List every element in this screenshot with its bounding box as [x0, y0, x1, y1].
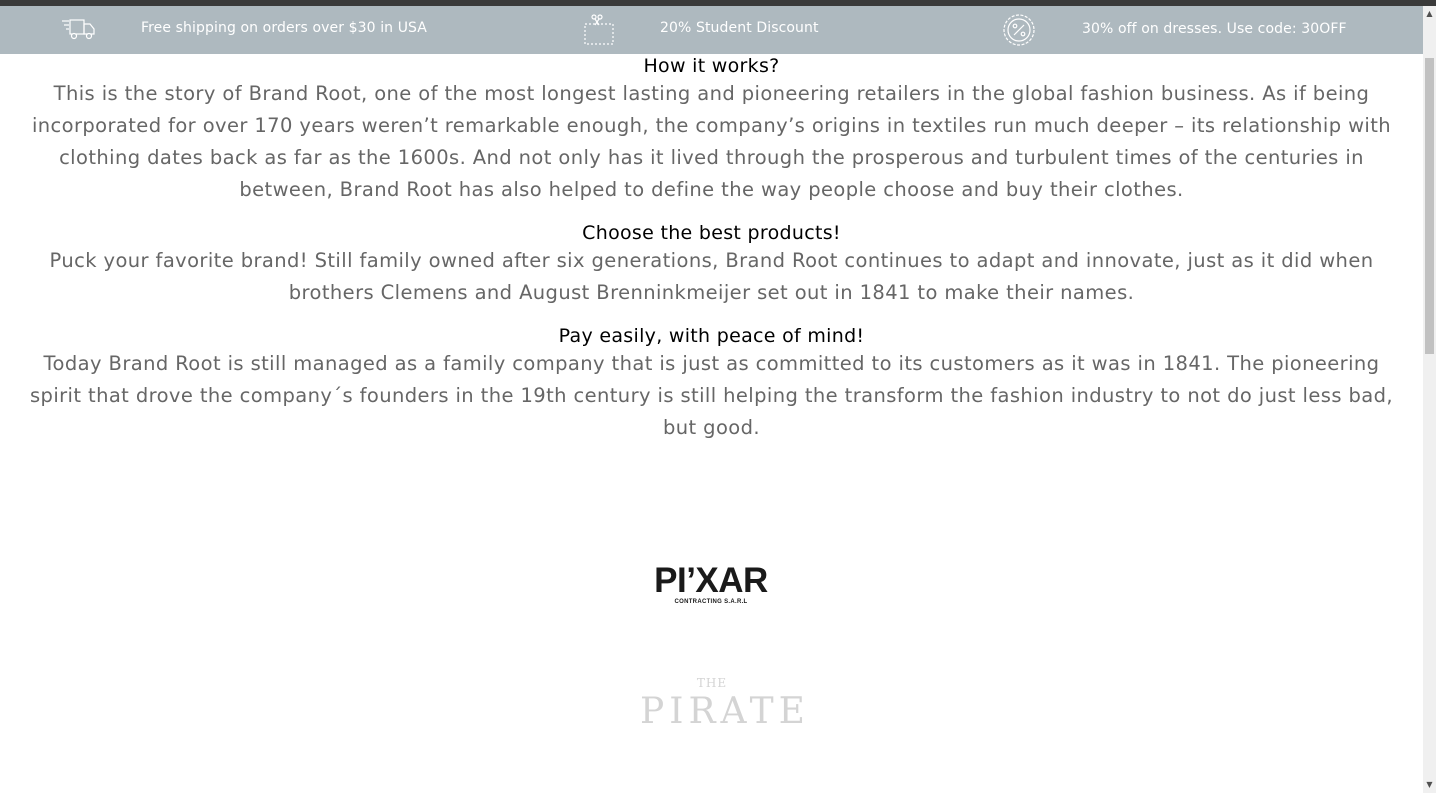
the-pirate-brand-logo[interactable]: THE PIRATE — [640, 676, 810, 746]
section-title: Choose the best products! — [582, 222, 841, 244]
pixar-logo-mark: PI’XAR — [654, 561, 768, 600]
promo-text-student-discount: 20% Student Discount — [660, 20, 819, 36]
section-choose-products: Choose the best products! Puck your favo… — [0, 221, 1423, 309]
coupon-scissors-icon — [581, 12, 617, 48]
section-body: Today Brand Root is still managed as a f… — [29, 352, 1393, 439]
promo-bar: Free shipping on orders over $30 in USA … — [0, 6, 1423, 54]
scrollbar-thumb[interactable] — [1425, 58, 1434, 354]
page: Free shipping on orders over $30 in USA … — [0, 0, 1436, 793]
section-how-it-works: How it works? This is the story of Brand… — [0, 54, 1423, 206]
promo-text-dress-discount: 30% off on dresses. Use code: 30OFF — [1082, 21, 1347, 37]
scroll-up-arrow-icon[interactable]: ▲ — [1425, 8, 1434, 20]
section-title: How it works? — [643, 55, 780, 77]
scroll-down-arrow-icon[interactable]: ▼ — [1425, 779, 1434, 791]
pirate-logo-small: THE — [696, 676, 728, 690]
delivery-truck-icon — [60, 12, 96, 48]
section-title: Pay easily, with peace of mind! — [558, 325, 865, 347]
section-body: Puck your favorite brand! Still family o… — [49, 249, 1374, 304]
pirate-logo-mark: PIRATE — [640, 691, 810, 732]
promo-text-shipping: Free shipping on orders over $30 in USA — [141, 20, 427, 36]
pixar-brand-logo[interactable]: PI’XAR CONTRACTING S.A.R.L — [648, 562, 774, 614]
percent-badge-icon — [1001, 12, 1037, 48]
section-pay-easily: Pay easily, with peace of mind! Today Br… — [0, 324, 1423, 444]
section-body: This is the story of Brand Root, one of … — [31, 82, 1392, 201]
